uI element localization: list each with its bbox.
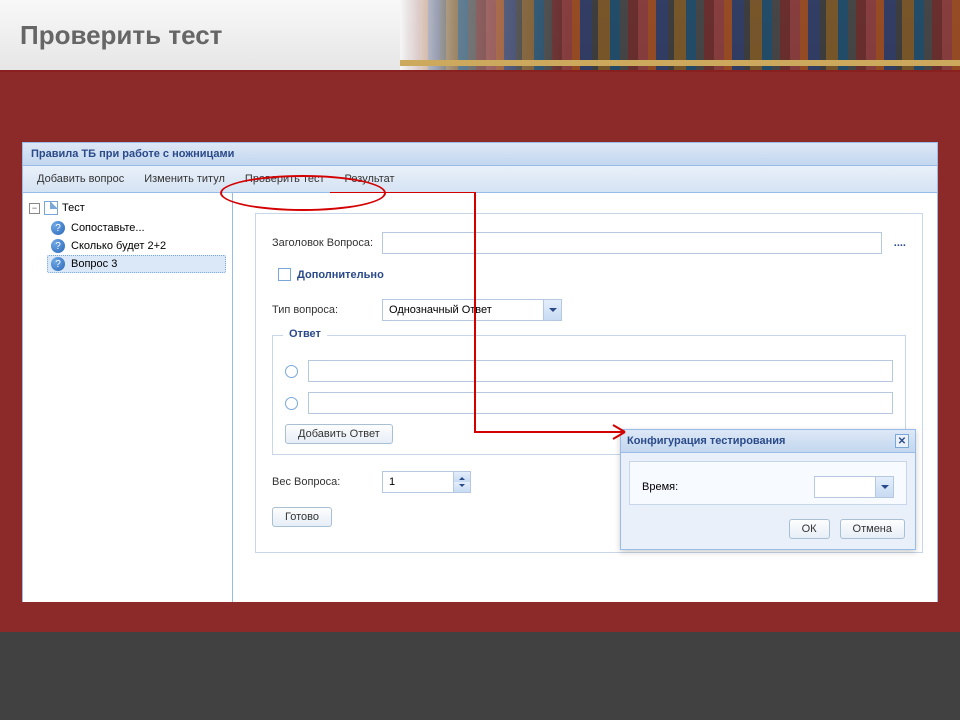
tree-item-label: Вопрос 3 <box>71 258 117 270</box>
modal-footer: ОК Отмена <box>621 513 915 549</box>
answer-input-1[interactable] <box>308 392 893 414</box>
app-window: Правила ТБ при работе с ножницами Добави… <box>22 142 938 602</box>
title-expand-button[interactable]: .... <box>882 237 906 249</box>
question-form-panel: Заголовок Вопроса: .... Дополнительно Ти… <box>233 193 937 602</box>
answer-radio-1[interactable] <box>285 397 298 410</box>
weight-spin-buttons[interactable] <box>453 472 470 492</box>
answer-radio-0[interactable] <box>285 365 298 378</box>
answers-legend: Ответ <box>283 328 327 340</box>
row-question-title: Заголовок Вопроса: .... <box>272 232 906 254</box>
extra-checkbox-label: Дополнительно <box>297 269 384 281</box>
question-tree: − Тест ? Сопоставьте... ? Сколько будет … <box>23 193 233 602</box>
library-art-icon <box>400 0 960 72</box>
answer-row-0 <box>285 360 893 382</box>
tree-item-2[interactable]: ? Вопрос 3 <box>47 255 226 273</box>
page-title: Проверить тест <box>20 20 222 51</box>
tree-item-0[interactable]: ? Сопоставьте... <box>47 219 226 237</box>
question-type-combo[interactable] <box>382 299 562 321</box>
chevron-down-icon[interactable] <box>543 300 561 320</box>
toolbar-add-question[interactable]: Добавить вопрос <box>29 170 132 188</box>
time-combo[interactable] <box>814 476 894 498</box>
app-body: − Тест ? Сопоставьте... ? Сколько будет … <box>23 193 937 602</box>
answer-row-1 <box>285 392 893 414</box>
tree-root[interactable]: − Тест <box>29 199 226 217</box>
toolbar-check-test[interactable]: Проверить тест <box>237 170 333 188</box>
tree-item-label: Сколько будет 2+2 <box>71 240 166 252</box>
toolbar-result[interactable]: Результат <box>337 170 403 188</box>
tree-root-label: Тест <box>62 202 85 214</box>
modal-title-text: Конфигурация тестирования <box>627 435 785 447</box>
slide-header: Проверить тест <box>0 0 960 72</box>
app-window-title: Правила ТБ при работе с ножницами <box>23 143 937 166</box>
done-button[interactable]: Готово <box>272 507 332 527</box>
chevron-up-icon[interactable] <box>454 472 470 482</box>
test-config-modal: Конфигурация тестирования ✕ Время: ОК От… <box>620 429 916 550</box>
toolbar-change-title[interactable]: Изменить титул <box>136 170 233 188</box>
row-extra: Дополнительно <box>278 268 906 281</box>
question-title-input[interactable] <box>382 232 882 254</box>
question-type-label: Тип вопроса: <box>272 304 382 316</box>
modal-body: Время: <box>629 461 907 505</box>
modal-titlebar[interactable]: Конфигурация тестирования ✕ <box>621 430 915 453</box>
chevron-down-icon[interactable] <box>875 477 893 497</box>
weight-input[interactable] <box>383 472 453 492</box>
question-type-input[interactable] <box>383 300 543 320</box>
app-toolbar: Добавить вопрос Изменить титул Проверить… <box>23 166 937 193</box>
weight-spinner[interactable] <box>382 471 471 493</box>
time-input[interactable] <box>815 477 875 497</box>
question-form: Заголовок Вопроса: .... Дополнительно Ти… <box>255 213 923 553</box>
time-label: Время: <box>642 481 678 493</box>
question-icon: ? <box>51 257 65 271</box>
tree-children: ? Сопоставьте... ? Сколько будет 2+2 ? В… <box>47 219 226 273</box>
question-title-label: Заголовок Вопроса: <box>272 237 382 249</box>
close-icon[interactable]: ✕ <box>895 434 909 448</box>
cancel-button[interactable]: Отмена <box>840 519 905 539</box>
question-icon: ? <box>51 239 65 253</box>
add-answer-button[interactable]: Добавить Ответ <box>285 424 393 444</box>
weight-label: Вес Вопроса: <box>272 476 382 488</box>
question-icon: ? <box>51 221 65 235</box>
ok-button[interactable]: ОК <box>789 519 830 539</box>
tree-collapse-icon[interactable]: − <box>29 203 40 214</box>
chevron-down-icon[interactable] <box>454 482 470 492</box>
extra-checkbox[interactable] <box>278 268 291 281</box>
answer-input-0[interactable] <box>308 360 893 382</box>
tree-item-1[interactable]: ? Сколько будет 2+2 <box>47 237 226 255</box>
row-question-type: Тип вопроса: <box>272 299 906 321</box>
tree-item-label: Сопоставьте... <box>71 222 145 234</box>
document-icon <box>44 201 58 215</box>
